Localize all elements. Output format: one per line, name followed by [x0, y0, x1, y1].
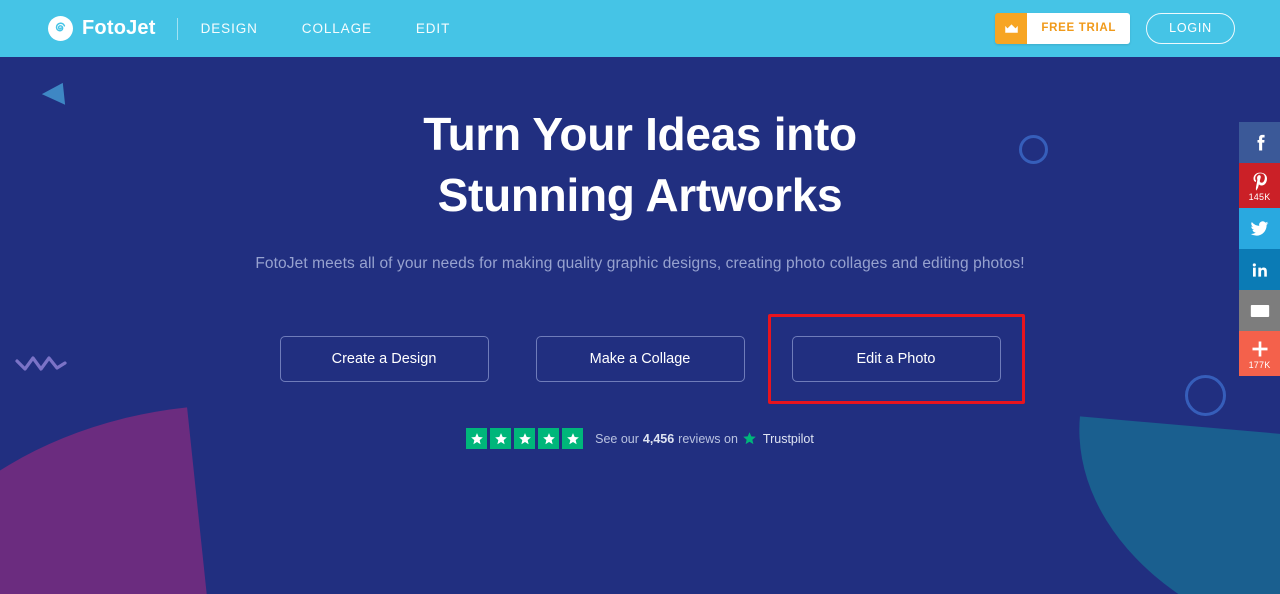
plus-icon	[1250, 339, 1270, 359]
login-button[interactable]: LOGIN	[1146, 13, 1235, 44]
trust-prefix: See our	[595, 431, 639, 446]
share-linkedin-button[interactable]	[1239, 249, 1280, 290]
cta-wrap-make-collage: Make a Collage	[535, 336, 745, 382]
cta-wrap-edit-photo: Edit a Photo	[767, 314, 1025, 404]
review-count: 4,456	[642, 431, 675, 446]
share-pinterest-button[interactable]: 145K	[1239, 163, 1280, 208]
trustpilot-rating[interactable]: See our 4,456 reviews on Trustpilot	[0, 428, 1280, 449]
hero-subheadline: FotoJet meets all of your needs for maki…	[255, 255, 1025, 272]
nav-item-edit[interactable]: EDIT	[394, 0, 472, 57]
social-share-sidebar: 145K 177K	[1239, 122, 1280, 376]
trust-middle: reviews on	[678, 431, 738, 446]
share-more-count: 177K	[1248, 360, 1271, 370]
star-icon	[538, 428, 560, 449]
site-header: FotoJet DESIGN COLLAGE EDIT FREE TRIAL L…	[0, 0, 1280, 57]
share-more-button[interactable]: 177K	[1239, 331, 1280, 376]
create-a-design-button[interactable]: Create a Design	[279, 336, 489, 382]
page-root: FotoJet DESIGN COLLAGE EDIT FREE TRIAL L…	[0, 0, 1280, 594]
main-nav: DESIGN COLLAGE EDIT	[179, 0, 473, 57]
cta-button-row: Create a Design Make a Collage Edit a Ph…	[0, 314, 1280, 404]
trustpilot-text: See our 4,456 reviews on Trustpilot	[595, 431, 814, 446]
pinterest-count: 145K	[1248, 192, 1271, 202]
twitter-icon	[1249, 218, 1270, 239]
fotojet-spiral-logo-icon	[48, 16, 73, 41]
envelope-icon	[1249, 300, 1271, 322]
crown-icon	[995, 13, 1028, 44]
nav-item-design[interactable]: DESIGN	[179, 0, 280, 57]
page-title: Turn Your Ideas into Stunning Artworks	[0, 104, 1280, 226]
headline-line-1: Turn Your Ideas into	[423, 108, 857, 160]
edit-a-photo-button[interactable]: Edit a Photo	[791, 336, 1001, 382]
linkedin-icon	[1250, 260, 1270, 280]
star-icon	[490, 428, 512, 449]
header-actions: FREE TRIAL LOGIN	[995, 13, 1235, 44]
share-facebook-button[interactable]	[1239, 122, 1280, 163]
facebook-icon	[1250, 133, 1270, 153]
nav-item-collage[interactable]: COLLAGE	[280, 0, 394, 57]
star-icon	[466, 428, 488, 449]
star-icon	[562, 428, 584, 449]
star-icon	[514, 428, 536, 449]
logo-text: FotoJet	[82, 17, 156, 39]
header-inner: FotoJet DESIGN COLLAGE EDIT FREE TRIAL L…	[0, 0, 1280, 57]
pinterest-icon	[1250, 171, 1270, 191]
free-trial-label: FREE TRIAL	[1027, 13, 1131, 44]
trustpilot-star-icon	[742, 431, 757, 446]
headline-line-2: Stunning Artworks	[437, 169, 843, 221]
share-email-button[interactable]	[1239, 290, 1280, 331]
cta-wrap-create-design: Create a Design	[279, 336, 489, 382]
hero-content: Turn Your Ideas into Stunning Artworks F…	[0, 104, 1280, 449]
share-twitter-button[interactable]	[1239, 208, 1280, 249]
free-trial-button[interactable]: FREE TRIAL	[995, 13, 1131, 44]
logo[interactable]: FotoJet	[48, 16, 156, 41]
make-a-collage-button[interactable]: Make a Collage	[535, 336, 745, 382]
trustpilot-brand: Trustpilot	[762, 431, 814, 446]
hero-section: Turn Your Ideas into Stunning Artworks F…	[0, 57, 1280, 594]
header-divider	[176, 17, 178, 40]
star-rating	[466, 428, 584, 449]
